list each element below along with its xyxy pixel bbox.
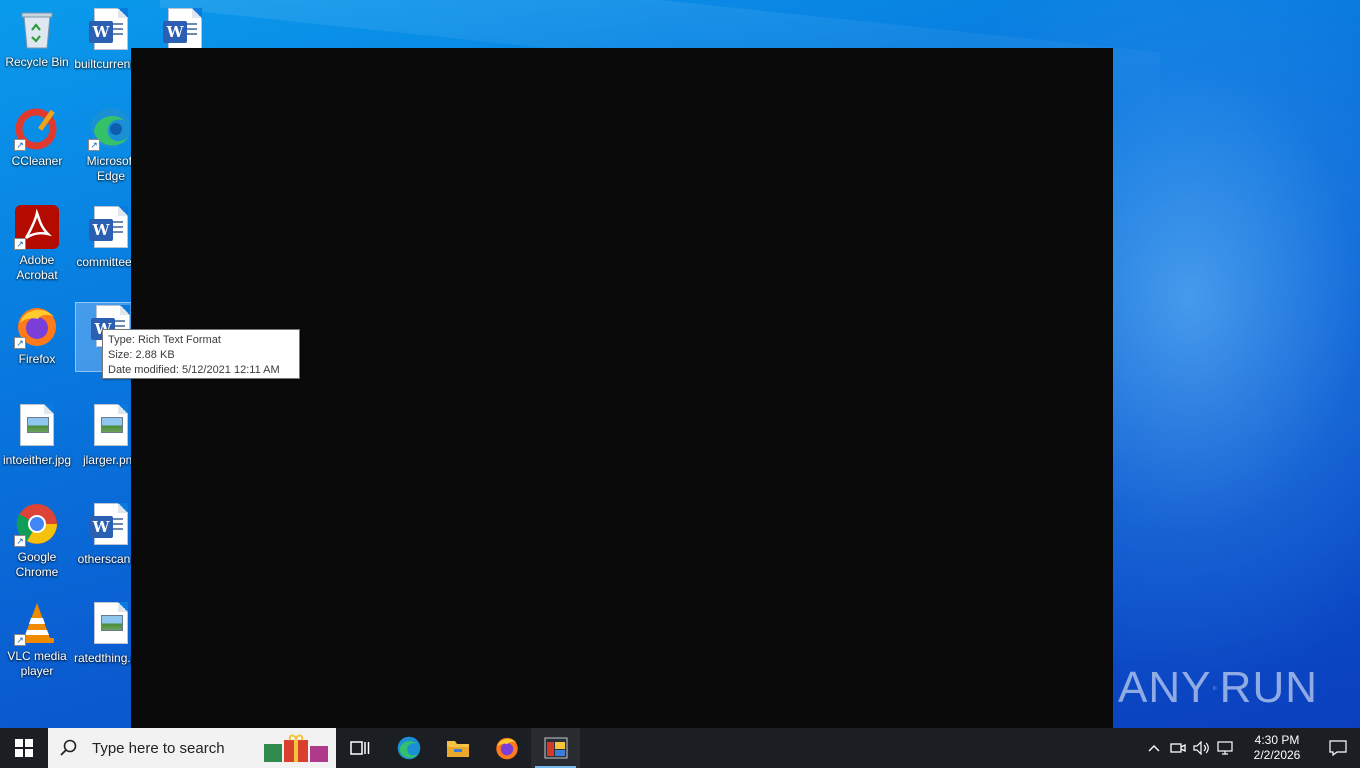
icon-label: intoeither.jpg — [2, 453, 72, 467]
taskbar-firefox-button[interactable] — [482, 728, 531, 768]
icon-label: Adobe Acrobat — [16, 253, 58, 282]
chrome-icon: ↗ — [14, 501, 60, 547]
desktop-icon-vlc[interactable]: ↗ VLC media player — [0, 600, 74, 679]
desktop-icon-adobe-acrobat[interactable]: ↗ Adobe Acrobat — [0, 204, 74, 283]
camera-icon — [1170, 743, 1186, 753]
image-file-icon — [88, 602, 134, 648]
edge-icon: ↗ — [88, 105, 134, 151]
desktop-icon-recycle-bin[interactable]: Recycle Bin — [0, 6, 74, 70]
black-app-window[interactable] — [131, 48, 1113, 728]
volume-button[interactable] — [1190, 728, 1214, 768]
taskbar-running-app-button[interactable] — [531, 728, 580, 768]
ccleaner-icon: ↗ — [14, 105, 60, 151]
taskbar-file-explorer-button[interactable] — [433, 728, 482, 768]
tooltip-type: Type: Rich Text Format — [108, 334, 221, 346]
notification-icon — [1329, 740, 1347, 756]
word-document-icon: W — [88, 8, 134, 54]
word-document-icon: W — [88, 503, 134, 549]
icon-label: VLC media player — [7, 649, 67, 678]
search-placeholder: Type here to search — [92, 739, 225, 757]
taskbar-search-box[interactable]: Type here to search — [48, 728, 336, 768]
windows-logo-icon — [15, 739, 33, 757]
shortcut-arrow-icon: ↗ — [14, 634, 26, 646]
task-view-button[interactable] — [336, 728, 384, 768]
chevron-up-icon — [1148, 745, 1160, 752]
image-file-icon — [14, 404, 60, 450]
folder-icon — [446, 741, 469, 757]
gifts-icon — [264, 734, 328, 762]
icon-label: Google Chrome — [15, 550, 59, 579]
system-tray: 4:30 PM 2/2/2026 — [1142, 728, 1360, 768]
desktop-icon-google-chrome[interactable]: ↗ Google Chrome — [0, 501, 74, 580]
icon-label: Firefox — [18, 352, 56, 366]
shortcut-arrow-icon: ↗ — [88, 139, 100, 151]
watermark-right-text: RUN — [1219, 663, 1318, 712]
network-button[interactable] — [1214, 728, 1238, 768]
file-tooltip: Type: Rich Text Format Size: 2.88 KB Dat… — [102, 329, 300, 379]
show-hidden-icons-button[interactable] — [1142, 728, 1166, 768]
play-logo-icon — [1213, 685, 1218, 691]
clock-time: 4:30 PM — [1254, 733, 1300, 747]
icon-label: CCleaner — [11, 154, 63, 168]
search-icon — [60, 739, 77, 756]
shortcut-arrow-icon: ↗ — [14, 238, 26, 250]
meet-now-button[interactable] — [1166, 728, 1190, 768]
firefox-icon: ↗ — [14, 303, 60, 349]
anyrun-watermark: ANY RUN — [1118, 656, 1318, 720]
clock-date: 2/2/2026 — [1253, 748, 1301, 762]
start-button[interactable] — [0, 728, 48, 768]
shortcut-arrow-icon: ↗ — [14, 139, 26, 151]
recycle-bin-icon — [14, 6, 60, 52]
taskbar: Type here to search 4:30 PM 2/2/2026 — [0, 728, 1360, 768]
vlc-icon: ↗ — [14, 600, 60, 646]
application-window-icon — [544, 737, 567, 759]
image-file-icon — [88, 404, 134, 450]
adobe-acrobat-icon: ↗ — [14, 204, 60, 250]
desktop-icon-intoeither[interactable]: intoeither.jpg — [0, 402, 74, 468]
taskbar-edge-button[interactable] — [384, 728, 433, 768]
icon-label: Recycle Bin — [5, 55, 69, 69]
shortcut-arrow-icon: ↗ — [14, 535, 26, 547]
edge-icon — [397, 736, 420, 760]
clock[interactable]: 4:30 PM 2/2/2026 — [1238, 733, 1316, 763]
word-document-icon: W — [88, 206, 134, 252]
tooltip-size: Size: 2.88 KB — [108, 349, 175, 361]
desktop-icon-ccleaner[interactable]: ↗ CCleaner — [0, 105, 74, 169]
action-center-button[interactable] — [1316, 728, 1360, 768]
network-icon — [1217, 741, 1233, 755]
watermark-left-text: ANY — [1118, 663, 1212, 712]
shortcut-arrow-icon: ↗ — [14, 337, 26, 349]
tooltip-date-modified: Date modified: 5/12/2021 12:11 AM — [108, 364, 280, 376]
firefox-icon — [495, 737, 518, 760]
task-view-icon — [350, 741, 370, 755]
desktop-icon-firefox[interactable]: ↗ Firefox — [0, 303, 74, 367]
speaker-icon — [1193, 741, 1209, 755]
